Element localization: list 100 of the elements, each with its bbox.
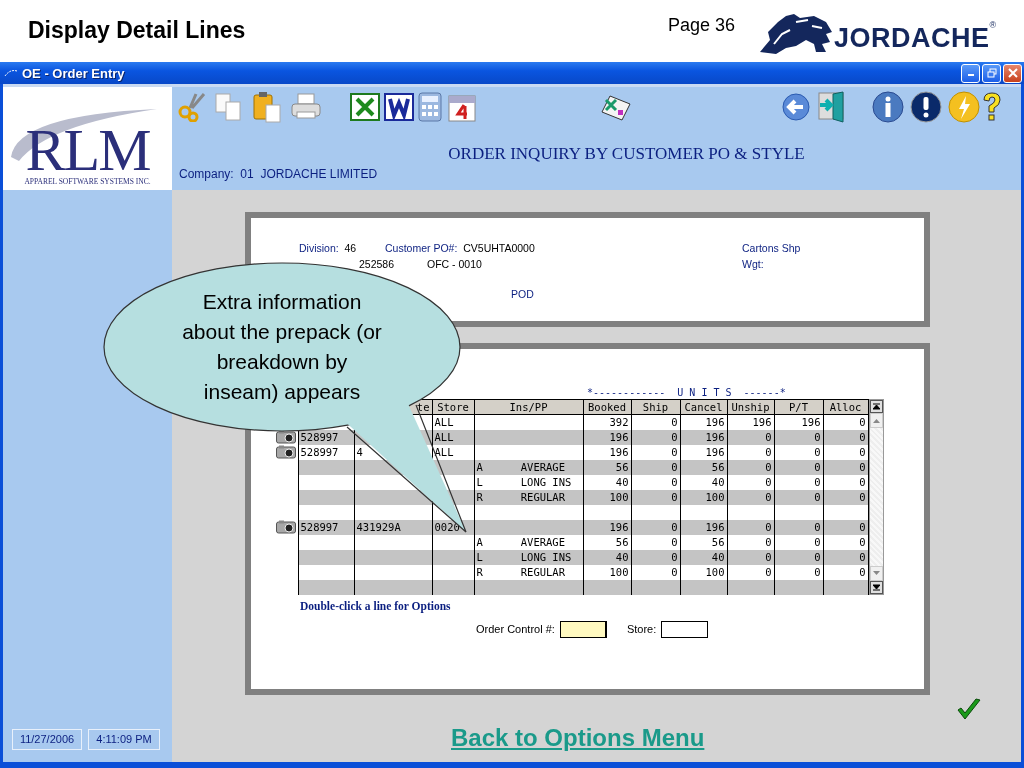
time-display: 4:11:09 PM [88,729,160,750]
field-value: CV5UHTA0000 [463,242,535,254]
table-cell: L LONG INS [474,549,583,565]
table-cell: 0 [774,474,823,490]
table-cell: 392 [583,414,631,430]
table-cell: 0 [727,444,774,460]
table-cell: 56 [680,534,727,550]
column-header: Unship [727,399,774,415]
column-header: Ins/PP [474,399,583,415]
table-cell: 100 [583,564,631,580]
table-cell: 0 [823,474,868,490]
table-cell: 0 [823,489,868,505]
table-cell: R REGULAR [474,489,583,505]
table-cell: 0 [823,564,868,580]
screen-title: ORDER INQUIRY BY CUSTOMER PO & STYLE [447,144,806,164]
table-cell: 196 [583,429,631,445]
field-label: Customer PO#: [385,242,458,254]
table-cell: 100 [583,489,631,505]
field-label: Division: [299,242,339,254]
table-cell: ALL [432,429,474,445]
table-cell: 0 [631,519,680,535]
table-cell: 40 [583,549,631,565]
table-cell: 0 [823,414,868,430]
table-cell: 0 [727,474,774,490]
column-header: Cancel [680,399,727,415]
hint-text: Double-click a line for Options [300,599,452,612]
table-cell: 40 [680,474,727,490]
table-cell: 196 [774,414,823,430]
date-display: 11/27/2006 [12,729,82,750]
table-cell: 196 [680,519,727,535]
table-cell: 0 [823,459,868,475]
table-cell: 196 [583,519,631,535]
table-cell: 0 [823,519,868,535]
brand-wordmark: JORDACHE [834,22,990,54]
table-cell: 196 [583,444,631,460]
table-cell: 56 [680,459,727,475]
store-label: Store: [626,623,657,635]
registered-mark: ® [989,20,997,30]
pod-label: POD [511,288,535,300]
table-cell: 100 [680,489,727,505]
table-cell: 40 [583,474,631,490]
table-cell: ALL [432,414,474,430]
units-caption: *------------ U N I T S ------* [587,387,786,399]
column-header: Store [432,399,474,415]
field-label: Cartons Shp [742,242,801,254]
slide-title: Display Detail Lines [28,17,247,44]
back-to-options-link[interactable]: Back to Options Menu [451,724,705,751]
table-cell: 0 [727,459,774,475]
table-cell: 528997 [298,429,354,445]
table-cell: 196 [727,414,774,430]
table-cell: 0 [774,534,823,550]
table-cell: 196 [680,444,727,460]
table-cell: 0 [631,534,680,550]
table-cell: 196 [680,429,727,445]
table-cell: 196 [680,414,727,430]
table-cell: 0 [631,414,680,430]
table-cell: A AVERAGE [474,534,583,550]
table-cell: 0 [727,549,774,565]
table-cell: 0 [823,444,868,460]
field-label: Wgt: [742,258,764,270]
table-cell: 0 [727,429,774,445]
table-cell: 0 [774,549,823,565]
table-cell: 431929A [354,519,432,535]
table-cell: 0 [727,534,774,550]
column-header: Booked [583,399,631,415]
table-cell: 0 [631,444,680,460]
table-cell: 0 [774,444,823,460]
table-cell: R REGULAR [474,564,583,580]
table-cell: 0 [727,489,774,505]
table-cell: 0 [774,519,823,535]
table-cell: 0 [774,564,823,580]
table-cell: 0 [631,489,680,505]
table-cell: 528997 [298,444,354,460]
table-cell: 0 [727,564,774,580]
table-cell: 0 [823,549,868,565]
table-cell: 528997 [298,519,354,535]
field-value: 46 [344,242,357,254]
column-header: Ship [631,399,680,415]
column-header: P/T [774,399,823,415]
table-cell: 0 [631,549,680,565]
table-cell: 0 [631,564,680,580]
table-cell: L LONG INS [474,474,583,490]
window-title: OE - Order Entry [22,65,126,81]
column-header: Alloc [823,399,868,415]
table-cell: 0 [774,489,823,505]
table-cell: A AVERAGE [474,459,583,475]
field-value: OFC - 0010 [427,258,482,270]
page-number: Page 36 [668,15,737,36]
table-cell: 0 [631,429,680,445]
logo-wordmark: RLM [25,123,150,177]
table-cell: 56 [583,459,631,475]
table-cell: 0 [823,429,868,445]
table-cell: 0 [631,474,680,490]
table-cell: 0 [774,459,823,475]
table-cell: 0 [823,534,868,550]
table-cell: 0 [727,519,774,535]
table-cell: 0 [774,429,823,445]
table-cell: 100 [680,564,727,580]
table-cell: 40 [680,549,727,565]
company-label: Company: 01 JORDACHE LIMITED [179,167,379,181]
